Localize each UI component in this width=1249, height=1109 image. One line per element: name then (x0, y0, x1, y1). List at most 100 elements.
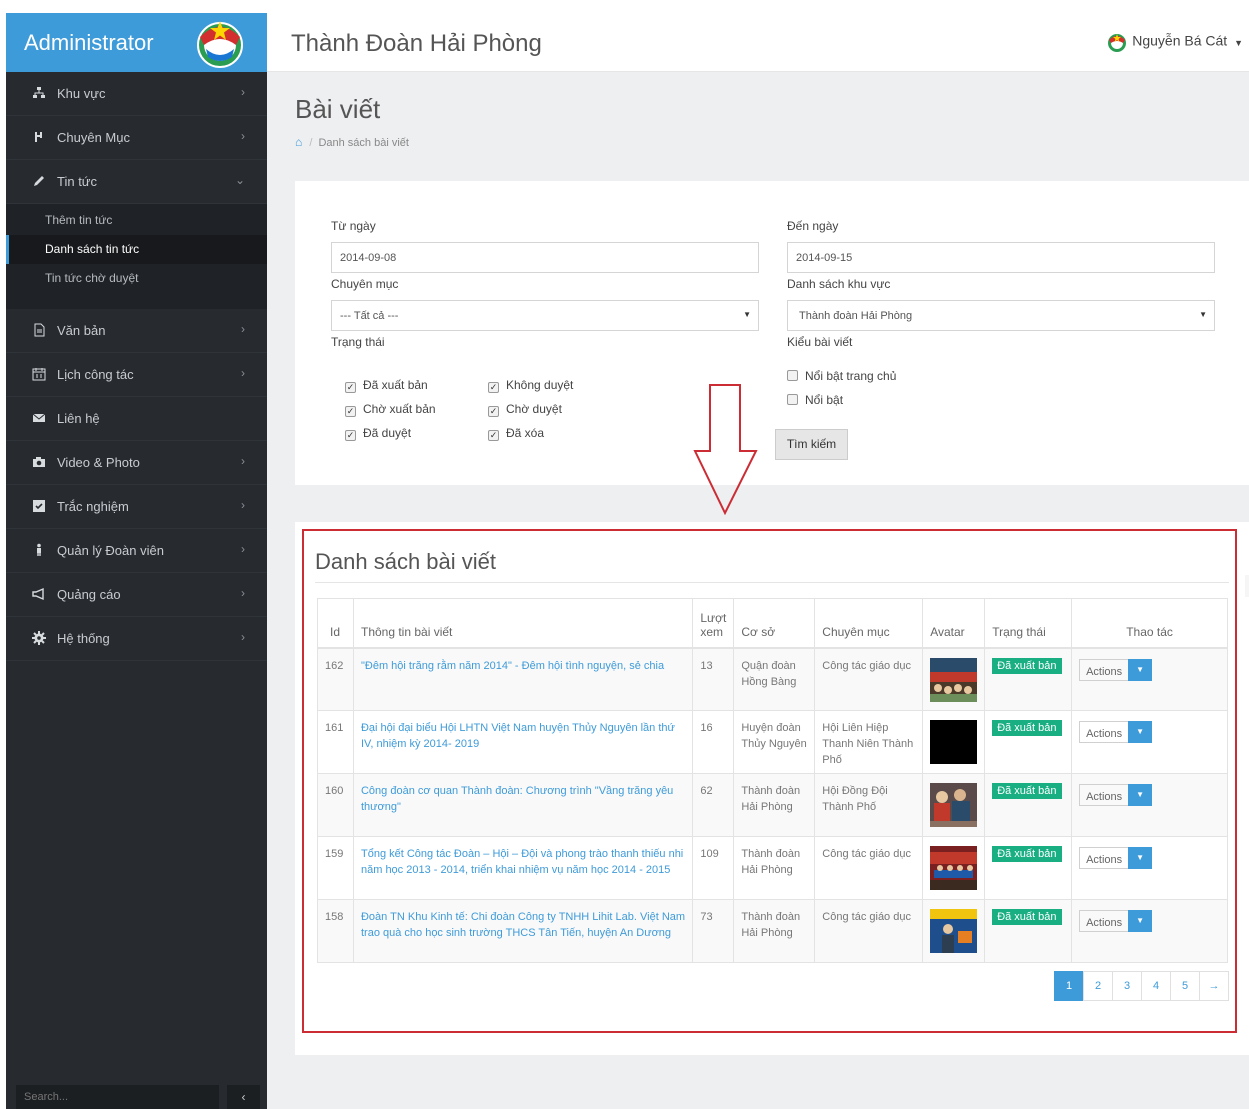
checkbox-label: Chờ duyệt (506, 402, 562, 416)
cell-views: 73 (692, 899, 735, 963)
page-1-button[interactable]: 1 (1054, 971, 1084, 1001)
next-page-arrow-icon[interactable]: → (1199, 971, 1229, 1001)
nav-lich-cong-tac[interactable]: Lịch công tác › (6, 353, 267, 397)
caret-down-icon: ▼ (1234, 37, 1243, 48)
column-header-category[interactable]: Chuyên mục (814, 598, 924, 649)
post-table: Id Thông tin bài viết Lượt xem Cơ sở Chu… (317, 598, 1228, 963)
actions-dropdown[interactable]: Actions ▼ (1079, 721, 1153, 743)
page-5-button[interactable]: 5 (1170, 971, 1200, 1001)
main-content: Bài viết ⌂ / Danh sách bài viết Từ ngày … (267, 72, 1249, 1109)
chevron-right-icon: › (241, 366, 245, 380)
nav-van-ban[interactable]: Văn bản › (6, 309, 267, 353)
status-badge: Đã xuất bản (992, 909, 1062, 925)
post-title-link[interactable]: Công đoàn cơ quan Thành đoàn: Chương trì… (361, 785, 673, 813)
subnav-danh-sach-tin-tuc[interactable]: Danh sách tin tức (6, 235, 267, 264)
subnav-tin-tuc-cho-duyet[interactable]: Tin tức chờ duyệt (6, 264, 267, 293)
type-checkbox-noi-bat-trang-chu[interactable]: Nổi bật trang chủ (787, 369, 896, 383)
status-badge: Đã xuất bản (992, 783, 1062, 799)
user-name: Nguyễn Bá Cát (1132, 32, 1228, 49)
checkbox-checked-icon: ✓ (488, 430, 499, 441)
checkbox-unchecked-icon (787, 370, 798, 381)
post-thumbnail[interactable] (930, 720, 978, 764)
post-thumbnail[interactable] (930, 909, 978, 953)
nav-tin-tuc[interactable]: Tin tức ⌄ (6, 160, 267, 204)
nav-video-photo[interactable]: Video & Photo › (6, 441, 267, 485)
checkbox-checked-icon: ✓ (345, 430, 356, 441)
collapse-sidebar-button[interactable]: ‹ (227, 1085, 260, 1109)
caret-down-icon[interactable]: ▼ (1128, 658, 1153, 681)
nav-quang-cao[interactable]: Quảng cáo › (6, 573, 267, 617)
nav-label: Quản lý Đoàn viên (57, 543, 164, 558)
nav-label: Quảng cáo (57, 587, 121, 602)
nav-he-thong[interactable]: Hệ thống › (6, 617, 267, 661)
page-2-button[interactable]: 2 (1083, 971, 1113, 1001)
cell-title: Đoàn TN Khu Kinh tế: Chi đoàn Công ty TN… (352, 899, 694, 963)
search-button[interactable]: Tìm kiếm (775, 429, 848, 460)
cell-category: Công tác giáo dục (814, 899, 924, 963)
status-checkbox-khong-duyet[interactable]: ✓ Không duyệt (488, 378, 573, 393)
sidebar: Administrator Khu vực › Chuyên Mục › Tin… (6, 13, 267, 1109)
category-select[interactable]: --- Tất cả --- ▼ (331, 300, 759, 331)
post-title-link[interactable]: Đoàn TN Khu Kinh tế: Chi đoàn Công ty TN… (361, 911, 685, 939)
sidebar-search-input[interactable] (16, 1085, 219, 1109)
to-date-input[interactable]: 2014-09-15 (787, 242, 1215, 273)
cell-unit: Thành đoàn Hải Phòng (733, 773, 816, 837)
post-thumbnail[interactable] (930, 657, 978, 702)
status-checkbox-da-xuat-ban[interactable]: ✓ Đã xuất bản (345, 378, 428, 393)
home-icon[interactable]: ⌂ (295, 135, 302, 149)
actions-dropdown[interactable]: Actions ▼ (1079, 784, 1153, 806)
from-date-input[interactable]: 2014-09-08 (331, 242, 759, 273)
cell-status: Đã xuất bản (984, 836, 1073, 900)
user-menu[interactable]: Nguyễn Bá Cát ▼ (1106, 31, 1243, 53)
scrollbar[interactable] (1245, 575, 1249, 597)
column-header-views[interactable]: Lượt xem (692, 598, 735, 649)
document-icon (32, 323, 46, 337)
cell-status: Đã xuất bản (984, 773, 1073, 837)
post-thumbnail[interactable] (930, 846, 978, 890)
status-checkbox-da-duyet[interactable]: ✓ Đã duyệt (345, 426, 411, 441)
actions-dropdown[interactable]: Actions ▼ (1079, 847, 1153, 869)
post-thumbnail[interactable] (930, 783, 978, 827)
region-select[interactable]: Thành đoàn Hải Phòng ▼ (787, 300, 1215, 331)
status-checkbox-da-xoa[interactable]: ✓ Đã xóa (488, 426, 544, 441)
chevron-right-icon: › (241, 542, 245, 556)
checkbox-checked-icon: ✓ (345, 382, 356, 393)
cell-avatar (922, 773, 986, 837)
cell-category: Công tác giáo dục (814, 836, 924, 900)
youth-union-emblem (197, 21, 243, 68)
page-4-button[interactable]: 4 (1141, 971, 1171, 1001)
top-bar: Thành Đoàn Hải Phòng Nguyễn Bá Cát ▼ (267, 13, 1249, 72)
type-checkbox-noi-bat[interactable]: Nổi bật (787, 393, 843, 407)
checkbox-label: Nổi bật (805, 393, 844, 407)
caret-down-icon[interactable]: ▼ (1128, 910, 1153, 932)
nav-label: Khu vực (57, 86, 106, 101)
column-header-unit[interactable]: Cơ sở (733, 598, 816, 649)
actions-label: Actions (1086, 791, 1123, 803)
page-header: Bài viết ⌂ / Danh sách bài viết (295, 94, 409, 149)
caret-down-icon[interactable]: ▼ (1128, 847, 1153, 869)
post-title-link[interactable]: Tổng kết Công tác Đoàn – Hội – Đội và ph… (361, 848, 683, 876)
column-header-status[interactable]: Trạng thái (984, 598, 1073, 649)
nav-khu-vuc[interactable]: Khu vực › (6, 72, 267, 116)
column-header-info[interactable]: Thông tin bài viết (352, 598, 694, 649)
cell-status: Đã xuất bản (984, 899, 1073, 963)
column-header-id[interactable]: Id (317, 598, 354, 649)
brand-title[interactable]: Administrator (24, 30, 154, 56)
nav-lien-he[interactable]: Liên hệ (6, 397, 267, 441)
nav-trac-nghiem[interactable]: Trắc nghiệm › (6, 485, 267, 529)
actions-dropdown[interactable]: Actions ▼ (1079, 658, 1153, 681)
page-3-button[interactable]: 3 (1112, 971, 1142, 1001)
post-title-link[interactable]: "Đêm hội trăng rằm năm 2014" - Đêm hội t… (361, 660, 664, 672)
caret-down-icon[interactable]: ▼ (1128, 784, 1153, 806)
nav-chuyen-muc[interactable]: Chuyên Mục › (6, 116, 267, 160)
actions-dropdown[interactable]: Actions ▼ (1079, 910, 1153, 932)
cell-views: 13 (692, 647, 735, 711)
status-checkbox-cho-xuat-ban[interactable]: ✓ Chờ xuất bản (345, 402, 436, 417)
subnav-them-tin-tuc[interactable]: Thêm tin tức (6, 206, 267, 235)
post-title-link[interactable]: Đại hội đại biểu Hội LHTN Việt Nam huyện… (361, 722, 675, 750)
nav-quan-ly-doan-vien[interactable]: Quản lý Đoàn viên › (6, 529, 267, 573)
status-checkbox-cho-duyet[interactable]: ✓ Chờ duyệt (488, 402, 562, 417)
actions-label: Actions (1086, 665, 1123, 678)
caret-down-icon[interactable]: ▼ (1128, 721, 1153, 743)
status-badge: Đã xuất bản (992, 657, 1062, 674)
